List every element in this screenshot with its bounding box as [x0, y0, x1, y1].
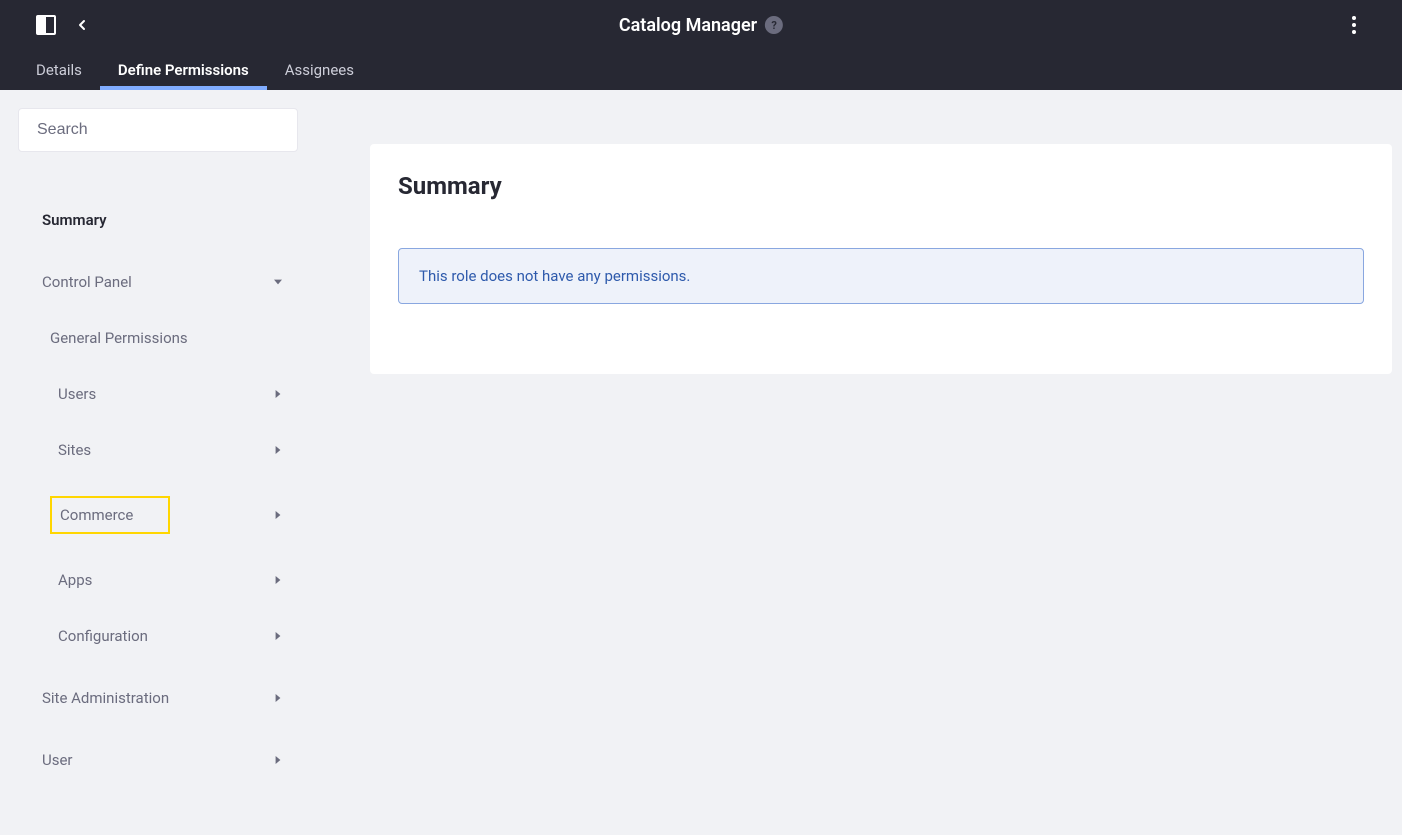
- header-left-icons: [0, 15, 90, 35]
- chevron-right-icon: [272, 754, 284, 766]
- help-icon[interactable]: ?: [765, 16, 783, 34]
- page-title: Catalog Manager: [619, 15, 757, 36]
- header-top-row: Catalog Manager ?: [0, 0, 1402, 50]
- sidebar-item-general-permissions[interactable]: General Permissions: [50, 326, 284, 350]
- sidebar-item-label: Configuration: [58, 627, 148, 645]
- sidebar-item-label: Users: [58, 385, 96, 403]
- sidebar-item-label: Sites: [58, 441, 91, 459]
- sidebar-item-label: Control Panel: [42, 273, 132, 291]
- sidebar-item-label: General Permissions: [50, 329, 188, 347]
- card-title: Summary: [398, 172, 1364, 200]
- sidebar-item-site-administration[interactable]: Site Administration: [42, 686, 284, 710]
- chevron-down-icon: [272, 276, 284, 288]
- info-banner-text: This role does not have any permissions.: [419, 267, 690, 285]
- chevron-right-icon: [272, 692, 284, 704]
- chevron-right-icon: [272, 630, 284, 642]
- sidebar-item-label: Apps: [58, 571, 92, 589]
- sidebar-item-label: User: [42, 751, 73, 769]
- tab-define-permissions[interactable]: Define Permissions: [100, 50, 267, 90]
- back-icon[interactable]: [74, 17, 90, 33]
- sidebar-item-commerce[interactable]: Commerce: [50, 496, 170, 534]
- sidebar-item-control-panel[interactable]: Control Panel: [42, 270, 284, 294]
- sidebar-item-apps[interactable]: Apps: [58, 568, 284, 592]
- sidebar-item-configuration[interactable]: Configuration: [58, 624, 284, 648]
- sidebar-item-commerce-row[interactable]: Commerce: [18, 488, 298, 542]
- sidebar-toggle-icon[interactable]: [36, 15, 56, 35]
- header-title-area: Catalog Manager ?: [619, 15, 783, 36]
- sidebar-item-users[interactable]: Users: [58, 382, 284, 406]
- sidebar-item-label: Summary: [42, 211, 107, 229]
- sidebar-item-summary[interactable]: Summary: [42, 208, 284, 232]
- sidebar-item-sites[interactable]: Sites: [58, 438, 284, 462]
- info-banner: This role does not have any permissions.: [398, 248, 1364, 304]
- chevron-right-icon: [272, 574, 284, 586]
- tabs-bar: Details Define Permissions Assignees: [0, 50, 1402, 90]
- chevron-right-icon: [272, 444, 284, 456]
- chevron-right-icon: [272, 509, 284, 521]
- main-content: Summary This role does not have any perm…: [316, 90, 1402, 835]
- app-header: Catalog Manager ? Details Define Permiss…: [0, 0, 1402, 90]
- sidebar-item-user[interactable]: User: [42, 748, 284, 772]
- body-area: Summary Control Panel General Permission…: [0, 90, 1402, 835]
- tab-assignees[interactable]: Assignees: [267, 50, 372, 90]
- sidebar-item-label: Site Administration: [42, 689, 169, 707]
- search-input[interactable]: [37, 121, 279, 139]
- chevron-right-icon: [272, 388, 284, 400]
- tab-details[interactable]: Details: [36, 50, 100, 90]
- sidebar-item-label: Commerce: [60, 506, 133, 524]
- sidebar: Summary Control Panel General Permission…: [0, 90, 316, 835]
- summary-card: Summary This role does not have any perm…: [370, 144, 1392, 374]
- more-options-icon[interactable]: [1342, 13, 1366, 37]
- search-box[interactable]: [18, 108, 298, 152]
- header-right-area: [1342, 13, 1402, 37]
